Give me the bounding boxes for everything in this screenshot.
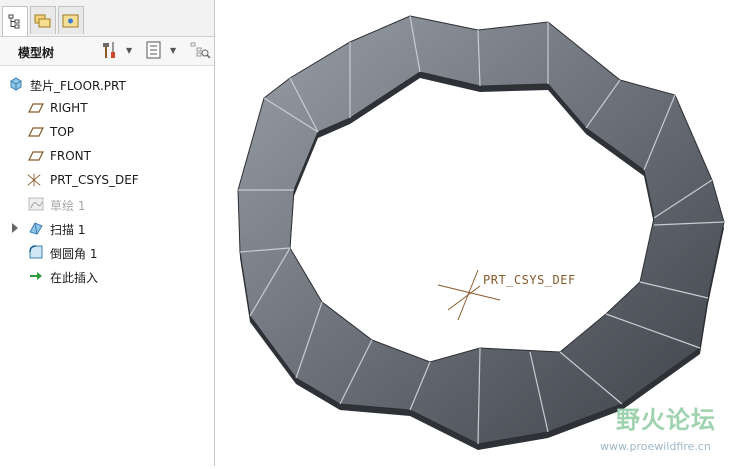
- sketch-icon: [28, 197, 44, 211]
- insert-arrow-icon: [30, 272, 42, 280]
- tree-filter-icon: [190, 42, 211, 59]
- tree-item-sketch[interactable]: 草绘 1: [0, 194, 213, 214]
- watermark-title: 野火论坛: [616, 406, 716, 434]
- tree-item-label: RIGHT: [50, 101, 88, 115]
- datum-plane-icon: [28, 103, 44, 113]
- tree-item-label: 草绘 1: [50, 199, 86, 213]
- tree-item-label: 垫片_FLOOR.PRT: [30, 79, 126, 93]
- tree-item-label: 倒圆角 1: [50, 247, 98, 261]
- settings-tools-button[interactable]: [101, 40, 123, 60]
- datum-plane-icon: [28, 151, 44, 161]
- show-columns-button[interactable]: [144, 40, 164, 60]
- filter-button[interactable]: [189, 40, 211, 60]
- datum-plane-icon: [28, 127, 44, 137]
- round-icon: [29, 245, 43, 259]
- tools-icon: [103, 42, 115, 58]
- tree-item-right[interactable]: RIGHT: [0, 98, 213, 118]
- watermark-url: www.proewildfire.cn: [600, 440, 711, 453]
- tree-item-insert-here[interactable]: 在此插入: [0, 266, 213, 286]
- chevron-down-icon[interactable]: ▼: [170, 46, 176, 55]
- folders-icon: [34, 14, 51, 27]
- tree-item-label: 扫描 1: [50, 223, 86, 237]
- expand-arrow-icon[interactable]: [12, 223, 18, 233]
- wavy-washer-model: [237, 15, 725, 450]
- panel-tab-bar: [0, 0, 214, 37]
- part-icon: [10, 77, 22, 91]
- favorites-icon: [62, 14, 79, 27]
- tree-item-top[interactable]: TOP: [0, 122, 213, 142]
- tree-item-label: PRT_CSYS_DEF: [50, 173, 139, 187]
- tree-item-sweep[interactable]: 扫描 1: [0, 218, 213, 238]
- favorites-tab[interactable]: [58, 6, 84, 34]
- tree-item-label: FRONT: [50, 149, 91, 163]
- tree-item-part[interactable]: 垫片_FLOOR.PRT: [0, 74, 213, 94]
- model-tree-title: 模型树: [18, 46, 55, 60]
- tree-icon: [8, 14, 20, 28]
- layers-tab[interactable]: [30, 6, 56, 34]
- list-icon: [146, 41, 161, 59]
- sweep-icon: [29, 222, 43, 235]
- coordinate-system-icon: [27, 173, 41, 187]
- model-tree-panel: 模型树 ▼ ▼ 垫片_FLOOR.PRT RIGHT TOP FRONT PRT…: [0, 0, 215, 466]
- tree-item-round[interactable]: 倒圆角 1: [0, 242, 213, 262]
- chevron-down-icon[interactable]: ▼: [126, 46, 132, 55]
- csys-label: PRT_CSYS_DEF: [483, 273, 576, 287]
- tree-item-front[interactable]: FRONT: [0, 146, 213, 166]
- model-tree-tab[interactable]: [2, 6, 28, 36]
- tree-item-label: TOP: [50, 125, 75, 139]
- tree-item-csys[interactable]: PRT_CSYS_DEF: [0, 170, 213, 190]
- graphics-viewport[interactable]: PRT_CSYS_DEF: [215, 0, 754, 466]
- tree-item-label: 在此插入: [50, 271, 99, 285]
